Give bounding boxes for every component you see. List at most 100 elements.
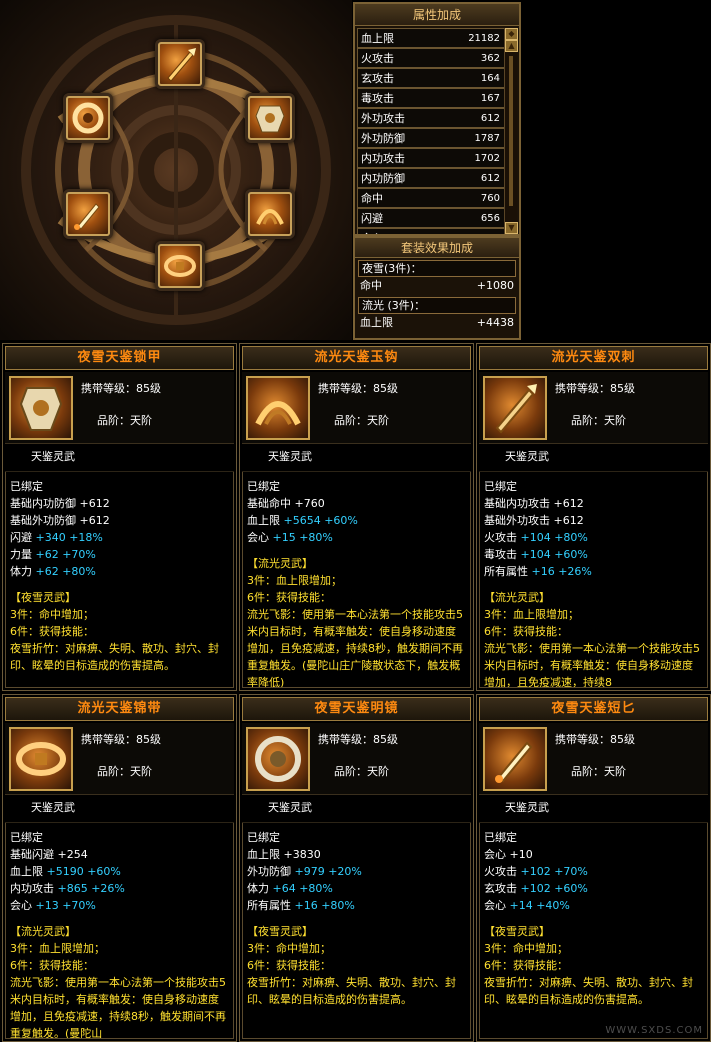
item-grade: 品阶：天阶 [571,414,626,427]
attribute-scrollbar[interactable]: ◆ ▲ ▼ [504,28,518,234]
stat-line: 外功防御 +979 +20% [247,863,466,880]
set-stat: 命中 [360,279,382,292]
suite-name: 【夜雪灵武】 [10,591,76,604]
item-header: 携带等级：85级 品阶：天阶 [5,723,234,795]
item-card[interactable]: 流光天鉴锦带 携带等级：85级 品阶：天阶 天鉴灵武 已绑定 基础闪避 +254 血上限 … [2,694,237,1042]
stat-label: 外功防御 [247,865,291,878]
stat-bonus: +60% [554,882,588,895]
stat-base: +16 [531,565,555,578]
attribute-panel-title: 属性加成 [355,4,519,26]
attribute-name: 外功攻击 [361,112,405,125]
suite-effect: 3件：血上限增加； [247,574,342,587]
item-title: 流光天鉴双刺 [479,346,708,370]
stat-base: +612 [79,514,110,527]
item-icon-frame [246,727,310,791]
suite-skill: 流光飞影：使用第一本心法第一个技能攻击5米内目标时，有概率触发：使自身移动速度增… [247,608,463,688]
attribute-name: 闪避 [361,212,383,225]
stat-bonus: +80% [299,531,333,544]
dagger-slot-left[interactable] [66,192,110,236]
suite-name: 【流光灵武】 [10,925,76,938]
stat-base: +14 [509,899,533,912]
attribute-value: 21182 [468,32,500,44]
item-icon-frame [483,376,547,440]
scroll-up-icon[interactable]: ▲ [505,40,518,52]
item-card[interactable]: 夜雪天鉴明镜 携带等级：85级 品阶：天阶 天鉴灵武 已绑定 血上限 +3830 外功防御… [239,694,474,1042]
attribute-row: 内功防御 612 [357,168,505,188]
item-details: 已绑定 基础内功防御 +612 基础外功防御 +612 闪避 +340 +18% 力… [5,472,234,688]
item-card[interactable]: 夜雪天鉴短匕 携带等级：85级 品阶：天阶 天鉴灵武 已绑定 会心 +10 火攻击 +10… [476,694,711,1042]
stat-base: +16 [294,899,318,912]
stat-bonus: +26% [91,882,125,895]
stat-line: 基础内功防御 +612 [10,495,229,512]
stat-base: +62 [35,548,59,561]
stat-base: +15 [272,531,296,544]
suite-effect: 3件：血上限增加； [484,608,579,621]
stat-bonus: +60% [324,514,358,527]
stat-line: 基础外功防御 +612 [10,512,229,529]
scroll-top-icon[interactable]: ◆ [505,28,518,40]
item-card[interactable]: 流光天鉴双刺 携带等级：85级 品阶：天阶 天鉴灵武 已绑定 基础内功攻击 +612 基础… [476,343,711,691]
armor-icon [19,387,63,431]
suite-skill: 流光飞影：使用第一本心法第一个技能攻击5米内目标时，有概率触发：使自身移动速度增… [484,642,700,688]
item-card[interactable]: 夜雪天鉴锁甲 携带等级：85级 品阶：天阶 天鉴灵武 已绑定 基础内功防御 +612 基础… [2,343,237,691]
stat-base: +979 [294,865,325,878]
stat-bonus: +70% [62,899,96,912]
item-grade: 品阶：天阶 [571,765,626,778]
stat-base: +3830 [283,848,321,861]
dual-dagger-icon [495,384,537,434]
stat-bonus: +70% [554,865,588,878]
set-effect-line: 命中 +1080 [355,277,519,295]
armor-icon [255,105,285,133]
stat-base: +5190 [46,865,84,878]
item-details: 已绑定 会心 +10 火攻击 +102 +70% 玄攻击 +102 +60% 会心 +… [479,823,708,1039]
attribute-row: 内功攻击 1702 [357,148,505,168]
stat-line: 内功攻击 +865 +26% [10,880,229,897]
weapon-slot-top[interactable] [158,42,202,86]
item-level: 携带等级：85级 [555,733,635,746]
item-level: 携带等级：85级 [318,733,398,746]
stat-label: 血上限 [247,514,280,527]
item-header: 携带等级：85级品阶：天阶 [242,723,471,795]
scroll-down-icon[interactable]: ▼ [505,222,518,234]
attribute-name: 玄攻击 [361,72,394,85]
claw-slot-right[interactable] [248,192,292,236]
stat-line: 基础闪避 +254 [10,846,229,863]
attribute-list[interactable]: 血上限 21182 火攻击 362 玄攻击 164 毒攻击 167 外功攻击 612 外功… [357,28,505,234]
stat-label: 所有属性 [484,565,528,578]
item-grade: 品阶：天阶 [334,765,389,778]
suite-effect: 3件：命中增加； [484,942,568,955]
attribute-name: 内功攻击 [361,152,405,165]
bound-status: 已绑定 [10,480,43,493]
attribute-row: 命中 760 [357,188,505,208]
ring-slot-left[interactable] [66,96,110,140]
item-icon-frame [9,727,73,791]
belt-icon [16,742,66,776]
attribute-row: 毒攻击 167 [357,88,505,108]
stat-base: +865 [57,882,88,895]
attribute-name: 外功防御 [361,132,405,145]
stat-label: 血上限 [10,865,43,878]
stat-label: 闪避 [10,531,32,544]
short-dagger-icon [495,741,533,783]
stat-line: 会心 +14 +40% [484,897,703,914]
stat-bonus: +40% [536,899,570,912]
stat-base: +612 [79,497,110,510]
belt-slot-bottom[interactable] [158,244,202,288]
stat-base: +102 [520,882,551,895]
attribute-value: 656 [480,212,500,224]
site-watermark: WWW.SXDS.COM [605,1025,703,1036]
stat-line: 血上限 +5654 +60% [247,512,466,529]
item-level: 携带等级：85级 [81,733,161,746]
stat-bonus: +80% [62,565,96,578]
item-type: 天鉴灵武 [242,444,471,472]
set-value: +4438 [476,316,514,329]
dagger-icon [74,203,100,230]
stat-base: +612 [553,514,584,527]
stat-label: 力量 [10,548,32,561]
scroll-track[interactable] [509,56,513,206]
attribute-value: 1787 [474,132,500,144]
item-card[interactable]: 流光天鉴玉钩 携带等级：85级 品阶：天阶 天鉴灵武 已绑定 基础命中 +760 血上限 … [239,343,474,691]
item-details: 已绑定 基础闪避 +254 血上限 +5190 +60% 内功攻击 +865 +26… [5,823,234,1039]
set-stat: 血上限 [360,316,393,329]
armor-slot-right[interactable] [248,96,292,140]
